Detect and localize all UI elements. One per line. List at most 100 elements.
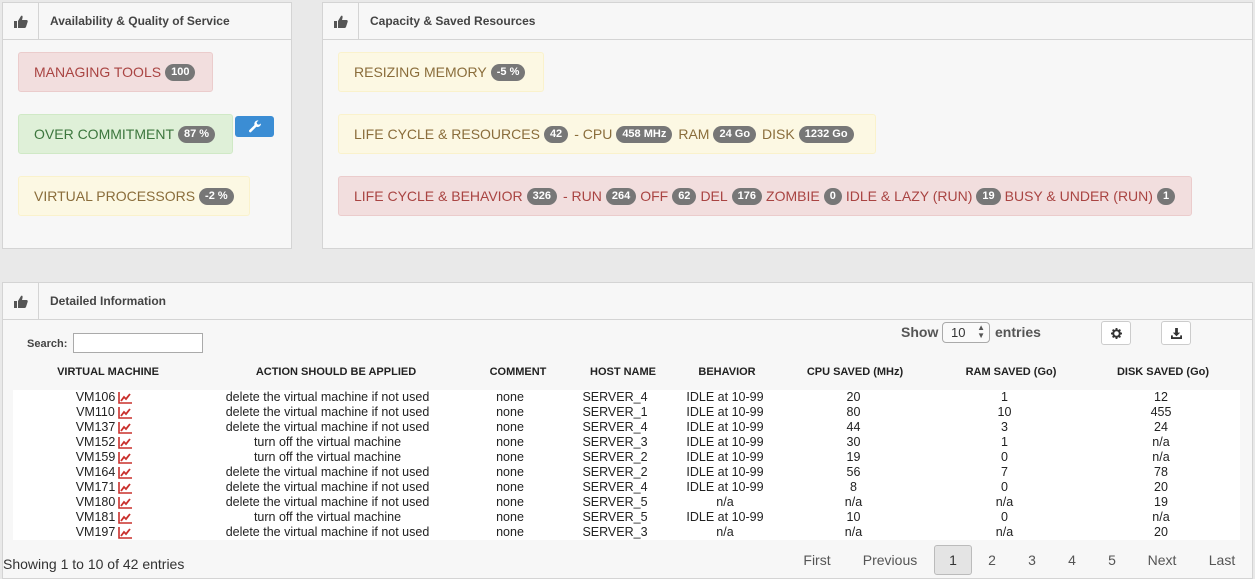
line-chart-icon[interactable] — [118, 481, 133, 494]
table-cell: VM197 — [13, 525, 195, 540]
table-cell: none — [460, 480, 560, 495]
line-chart-icon[interactable] — [118, 526, 133, 539]
cell-value: none — [496, 480, 524, 494]
vm-name[interactable]: VM164 — [76, 465, 116, 479]
settings-button[interactable] — [1101, 321, 1131, 345]
life-cycle-behavior-box[interactable]: LIFE CYCLE & BEHAVIOR 326 - RUN 264 OFF … — [338, 176, 1192, 216]
line-chart-icon[interactable] — [118, 436, 133, 449]
zombie-badge: 0 — [823, 187, 842, 205]
line-chart-icon[interactable] — [118, 391, 133, 404]
column-header[interactable]: BEHAVIOR — [677, 366, 777, 378]
del-label: DEL — [700, 188, 728, 204]
cell-value: none — [496, 510, 524, 524]
over-commitment-box[interactable]: OVER COMMITMENT 87 % — [18, 114, 233, 154]
table-cell: delete the virtual machine if not used — [195, 480, 460, 495]
table-cell: n/a — [670, 525, 780, 540]
column-header[interactable]: ACTION SHOULD BE APPLIED — [212, 366, 460, 378]
line-chart-icon[interactable] — [118, 406, 132, 419]
table-cell: n/a — [927, 495, 1082, 510]
vm-name[interactable]: VM152 — [76, 435, 116, 449]
table-cell: SERVER_2 — [560, 450, 670, 465]
column-header[interactable]: HOST NAME — [573, 366, 673, 378]
table-cell: IDLE at 10-99 — [670, 480, 780, 495]
pagination-page[interactable]: 1 — [934, 545, 972, 575]
line-chart-icon[interactable] — [118, 466, 133, 479]
line-chart-icon[interactable] — [118, 511, 133, 524]
managing-tools-badge: 100 — [165, 63, 196, 81]
table-cell: VM152 — [13, 435, 195, 450]
table-cell: delete the virtual machine if not used — [195, 525, 460, 540]
table-cell: VM110 — [13, 405, 195, 420]
column-header[interactable]: RAM SAVED (Go) — [946, 366, 1076, 378]
detailed-panel-header: Detailed Information — [3, 283, 1252, 320]
column-header[interactable]: VIRTUAL MACHINE — [48, 366, 168, 378]
vm-name[interactable]: VM171 — [76, 480, 116, 494]
vm-name[interactable]: VM159 — [76, 450, 116, 464]
table-cell: n/a — [927, 525, 1082, 540]
pagination-next[interactable]: Next — [1142, 545, 1182, 575]
table-cell: 0 — [927, 510, 1082, 525]
download-button[interactable] — [1161, 321, 1191, 345]
pagination-page[interactable]: 5 — [1098, 545, 1126, 575]
table-cell: none — [460, 525, 560, 540]
pagination-last[interactable]: Last — [1204, 545, 1240, 575]
table-cell: SERVER_3 — [560, 525, 670, 540]
cell-value: 0 — [1001, 480, 1008, 494]
cell-value: delete the virtual machine if not used — [225, 465, 430, 479]
cell-value: 3 — [1001, 420, 1008, 434]
panel-title: Availability & Quality of Service — [50, 14, 230, 28]
vm-name[interactable]: VM180 — [76, 495, 116, 509]
table-cell: none — [460, 495, 560, 510]
vm-name[interactable]: VM181 — [76, 510, 116, 524]
cell-value: IDLE at 10-99 — [686, 450, 764, 464]
cell-value: SERVER_4 — [582, 420, 648, 434]
cell-value: delete the virtual machine if not used — [225, 495, 430, 509]
pagination-first[interactable]: First — [797, 545, 837, 575]
search-input[interactable] — [73, 333, 203, 353]
pagination-page[interactable]: 2 — [978, 545, 1006, 575]
cell-value: n/a — [995, 525, 1014, 539]
table-cell: VM137 — [13, 420, 195, 435]
cell-value: none — [496, 495, 524, 509]
cell-value: SERVER_3 — [582, 435, 648, 449]
line-chart-icon[interactable] — [118, 496, 133, 509]
cell-value: IDLE at 10-99 — [686, 510, 764, 524]
del-badge: 176 — [731, 187, 763, 205]
vm-name[interactable]: VM137 — [76, 420, 116, 434]
cell-value: 20 — [1154, 525, 1168, 539]
pagination-page[interactable]: 4 — [1058, 545, 1086, 575]
cell-value: turn off the virtual machine — [253, 450, 402, 464]
select-arrows-icon: ▲ ▼ — [977, 323, 985, 340]
column-header[interactable]: COMMENT — [478, 366, 558, 378]
vm-name[interactable]: VM197 — [76, 525, 116, 539]
page-size-select[interactable]: 10 ▲ ▼ — [942, 322, 990, 343]
table-cell: n/a — [780, 495, 927, 510]
vm-name[interactable]: VM110 — [76, 405, 115, 419]
table-cell: VM171 — [13, 480, 195, 495]
life-cycle-resources-box[interactable]: LIFE CYCLE & RESOURCES 42 - CPU 458 MHz … — [338, 114, 876, 154]
table-cell: 12 — [1082, 390, 1240, 405]
cell-value: n/a — [716, 525, 734, 539]
thumbs-up-icon — [3, 3, 39, 39]
resizing-memory-box[interactable]: RESIZING MEMORY -5 % — [338, 52, 544, 92]
table-cell: 30 — [780, 435, 927, 450]
cell-value: SERVER_3 — [582, 525, 648, 539]
pagination-previous[interactable]: Previous — [857, 545, 923, 575]
over-commitment-badge: 87 % — [178, 125, 216, 143]
cell-value: delete the virtual machine if not used — [225, 525, 430, 539]
column-header[interactable]: CPU SAVED (MHz) — [790, 366, 920, 378]
virtual-processors-box[interactable]: VIRTUAL PROCESSORS -2 % — [18, 176, 250, 216]
line-chart-icon[interactable] — [118, 421, 133, 434]
column-header[interactable]: DISK SAVED (Go) — [1098, 366, 1228, 378]
pagination-page[interactable]: 3 — [1018, 545, 1046, 575]
table-cell: delete the virtual machine if not used — [195, 420, 460, 435]
vm-name[interactable]: VM106 — [76, 390, 116, 404]
wrench-button[interactable] — [235, 116, 274, 137]
cell-value: IDLE at 10-99 — [686, 405, 764, 419]
idle-lazy-label: IDLE & LAZY (RUN) — [845, 188, 973, 204]
cell-value: 10 — [997, 405, 1012, 419]
line-chart-icon[interactable] — [118, 451, 133, 464]
resizing-memory-badge: -5 % — [490, 63, 526, 81]
managing-tools-box[interactable]: MANAGING TOOLS 100 — [18, 52, 213, 92]
cell-value: none — [496, 405, 524, 419]
